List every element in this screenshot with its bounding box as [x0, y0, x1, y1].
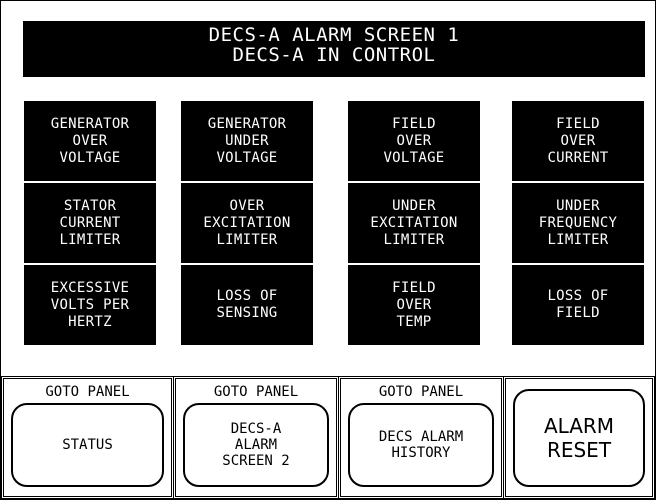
button-label: DECS ALARM	[378, 429, 464, 445]
alarm-label-line: VOLTAGE	[59, 149, 121, 166]
button-face[interactable]: ALARM RESET	[513, 389, 645, 487]
goto-panel-label: GOTO PANEL	[378, 384, 464, 400]
alarm-label-line: LIMITER	[547, 231, 609, 248]
alarm-label-line: STATOR	[63, 197, 117, 214]
alarm-under-excitation-limiter: UNDER EXCITATION LIMITER	[348, 183, 480, 263]
control-status: DECS-A IN CONTROL	[232, 44, 436, 66]
alarm-field-over-temp: FIELD OVER TEMP	[348, 265, 480, 345]
alarm-under-frequency-limiter: UNDER FREQUENCY LIMITER	[512, 183, 644, 263]
alarm-label-line: GENERATOR	[207, 115, 287, 132]
button-label: SCREEN 2	[222, 453, 290, 469]
alarm-label-line: FIELD	[556, 305, 600, 321]
alarm-label-line: FIELD	[556, 115, 600, 132]
button-face[interactable]: DECS ALARM HISTORY	[348, 403, 494, 487]
alarm-label-line: VOLTAGE	[383, 149, 445, 166]
alarm-label-line: GENERATOR	[50, 115, 130, 132]
alarm-label-line: VOLTS PER	[50, 296, 130, 313]
alarm-field-over-current: FIELD OVER CURRENT	[512, 101, 644, 181]
alarm-screen-panel: DECS-A ALARM SCREEN 1 DECS-A IN CONTROL …	[0, 0, 656, 500]
goto-alarm-screen-2-button[interactable]: GOTO PANEL DECS-A ALARM SCREEN 2	[173, 376, 339, 499]
button-label: RESET	[546, 438, 612, 462]
alarm-label-line: OVER	[560, 132, 596, 149]
button-label: ALARM	[234, 437, 278, 453]
alarm-stator-current-limiter: STATOR CURRENT LIMITER	[24, 183, 156, 263]
goto-panel-label: GOTO PANEL	[213, 384, 299, 400]
alarm-label-line: LIMITER	[216, 231, 278, 248]
alarm-label-line: FREQUENCY	[538, 214, 618, 231]
goto-status-button[interactable]: GOTO PANEL STATUS	[1, 376, 174, 499]
alarm-loss-of-sensing: LOSS OF SENSING	[181, 265, 313, 345]
alarm-label-line: OVER	[396, 132, 432, 149]
alarm-label-line: CURRENT	[59, 214, 121, 231]
alarm-label-line: EXCITATION	[370, 214, 458, 231]
alarm-label-line: UNDER	[225, 132, 269, 149]
alarm-reset-button[interactable]: ALARM RESET	[503, 376, 655, 499]
alarm-label-line: UNDER	[392, 197, 436, 214]
alarm-loss-of-field: LOSS OF FIELD	[512, 265, 644, 345]
screen-header: DECS-A ALARM SCREEN 1 DECS-A IN CONTROL	[23, 21, 645, 77]
button-label: HISTORY	[391, 445, 451, 461]
button-label: DECS-A	[230, 421, 282, 437]
alarm-field-over-voltage: FIELD OVER VOLTAGE	[348, 101, 480, 181]
screen-title: DECS-A ALARM SCREEN 1	[208, 24, 460, 46]
button-label: ALARM	[543, 414, 615, 438]
alarm-label-line: OVER	[396, 296, 432, 313]
alarm-label-line: LIMITER	[59, 231, 121, 248]
alarm-label-line: OVER	[229, 197, 265, 214]
alarm-label-line: OVER	[72, 132, 108, 149]
alarm-label-line: EXCESSIVE	[50, 279, 130, 296]
alarm-label-line: LOSS OF	[216, 288, 278, 304]
alarm-label-line: UNDER	[556, 197, 600, 214]
goto-panel-label: GOTO PANEL	[45, 384, 130, 400]
button-face[interactable]: DECS-A ALARM SCREEN 2	[183, 403, 329, 487]
alarm-label-line: FIELD	[392, 279, 436, 296]
alarm-over-excitation-limiter: OVER EXCITATION LIMITER	[181, 183, 313, 263]
alarm-label-line: EXCITATION	[203, 214, 291, 231]
alarm-label-line: LOSS OF	[547, 288, 609, 304]
goto-alarm-history-button[interactable]: GOTO PANEL DECS ALARM HISTORY	[338, 376, 504, 499]
alarm-generator-under-voltage: GENERATOR UNDER VOLTAGE	[181, 101, 313, 181]
alarm-label-line: CURRENT	[547, 149, 609, 166]
alarm-label-line: TEMP	[396, 313, 432, 330]
alarm-label-line: SENSING	[216, 305, 278, 321]
alarm-generator-over-voltage: GENERATOR OVER VOLTAGE	[24, 101, 156, 181]
alarm-label-line: HERTZ	[68, 313, 112, 330]
alarm-label-line: LIMITER	[383, 231, 445, 248]
button-face[interactable]: STATUS	[11, 403, 164, 487]
alarm-label-line: VOLTAGE	[216, 149, 278, 166]
button-label: STATUS	[62, 437, 113, 453]
alarm-label-line: FIELD	[392, 115, 436, 132]
alarm-excessive-volts-per-hertz: EXCESSIVE VOLTS PER HERTZ	[24, 265, 156, 345]
